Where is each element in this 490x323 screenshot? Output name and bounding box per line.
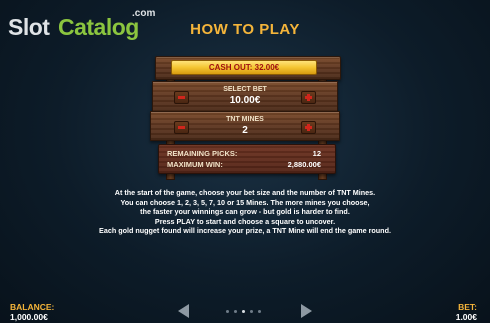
tnt-mines-board: TNT MINES 2 [150,111,340,141]
bet-label: BET: [458,302,477,312]
bet-increase-button[interactable] [301,91,316,104]
page-title: HOW TO PLAY [190,21,300,38]
instruction-line: Press PLAY to start and choose a square … [154,216,336,226]
logo-com-text: .com [132,8,156,19]
maximum-win-row: MAXIMUM WIN: 2,880.00€ [167,160,327,171]
plus-icon-vertical [307,94,310,101]
maximum-win-value: 2,880.00€ [287,160,321,169]
balance-value: 1,000.00€ [10,312,48,322]
page-dot[interactable] [258,310,261,313]
chevron-left-icon[interactable] [178,304,190,318]
chevron-right-icon[interactable] [300,304,312,318]
page-dot[interactable] [242,310,245,313]
instruction-line: the faster your winnings can grow - but … [140,207,350,216]
instruction-line: You can choose 1, 2, 3, 5, 7, 10 or 15 M… [120,197,370,207]
maximum-win-label: MAXIMUM WIN: [167,160,223,169]
instruction-line: At the start of the game, choose your be… [114,188,376,197]
page-dot[interactable] [234,310,237,313]
select-bet-board: SELECT BET 10.00€ [152,81,338,113]
remaining-picks-value: 12 [312,149,321,158]
cashout-button[interactable]: CASH OUT: 32.00€ [171,60,317,75]
remaining-picks-label: REMAINING PICKS: [167,149,238,158]
page-indicator [226,310,266,314]
mines-increase-button[interactable] [301,121,316,134]
plus-icon-vertical [307,124,310,131]
bet-value: 1.00€ [455,312,477,322]
instructions-text: At the start of the game, choose your be… [40,188,450,236]
stats-board: REMAINING PICKS: 12 MAXIMUM WIN: 2,880.0… [158,144,336,174]
instruction-line: Each gold nugget found will increase you… [99,226,391,235]
page-dot[interactable] [226,310,229,313]
page-dot[interactable] [250,310,253,313]
remaining-picks-row: REMAINING PICKS: 12 [167,149,327,160]
balance-label: BALANCE: [10,302,55,312]
